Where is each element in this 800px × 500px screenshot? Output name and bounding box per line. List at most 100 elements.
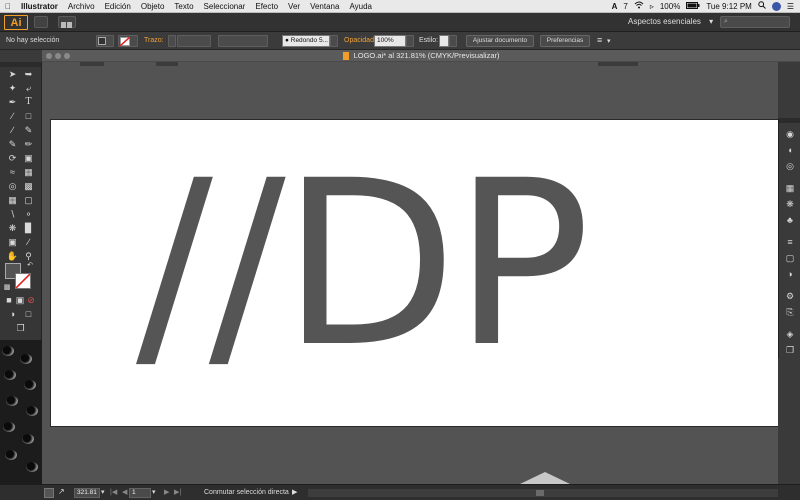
brush-select-caret[interactable] [330, 35, 338, 47]
menu-edicion[interactable]: Edición [100, 2, 136, 11]
next-artboard-icon[interactable]: ▶ [164, 488, 169, 496]
default-fill-stroke-icon[interactable]: ▩ [2, 281, 12, 293]
menu-archivo[interactable]: Archivo [63, 2, 100, 11]
arrange-panel-icon[interactable]: ≡ [597, 35, 602, 45]
column-graph-tool-icon[interactable]: ▉ [21, 222, 36, 234]
swatches-panel-icon[interactable]: ▦ [783, 182, 797, 194]
rectangle-tool-icon[interactable]: □ [21, 110, 36, 122]
wifi-icon[interactable] [634, 1, 644, 11]
symbol-sprayer-tool-icon[interactable]: ❋ [5, 222, 20, 234]
last-artboard-icon[interactable]: ▶| [174, 488, 181, 496]
variable-width-select[interactable] [218, 35, 268, 47]
blend-tool-icon[interactable]: ⚬ [21, 208, 36, 220]
battery-icon[interactable] [686, 1, 700, 11]
stroke-weight-input[interactable] [177, 35, 211, 47]
stroke-swatch[interactable] [118, 35, 138, 47]
zoom-caret-icon[interactable]: ▾ [101, 488, 105, 496]
artboard-caret-icon[interactable]: ▾ [152, 488, 156, 496]
swap-fill-stroke-icon[interactable]: ↶ [25, 259, 35, 271]
asset-export-panel-icon[interactable]: ⎘ [783, 306, 797, 318]
first-artboard-icon[interactable]: |◀ [110, 488, 117, 496]
brush-definition-select[interactable]: ● Redondo 5... [282, 35, 330, 47]
none-mode-icon[interactable]: ⊘ [26, 294, 36, 306]
mesh-tool-icon[interactable]: ▦ [5, 194, 20, 206]
adobe-cc-icon[interactable]: A [612, 2, 618, 11]
pencil-tool-icon[interactable]: ✎ [21, 124, 36, 136]
minimize-window-icon[interactable] [55, 53, 61, 59]
hand-tool-icon[interactable]: ✋ [5, 250, 20, 262]
dock-grip[interactable] [779, 118, 800, 123]
menu-seleccionar[interactable]: Seleccionar [199, 2, 251, 11]
arrange-documents-button[interactable] [58, 16, 76, 28]
menu-ayuda[interactable]: Ayuda [344, 2, 377, 11]
previous-artboard-icon[interactable]: ◀ [122, 488, 127, 496]
stroke-color-swatch[interactable] [15, 273, 31, 289]
appearance-panel-icon[interactable]: ◉ [783, 128, 797, 140]
stroke-panel-icon[interactable]: ≡ [783, 236, 797, 248]
color-guide-panel-icon[interactable]: ◖ [783, 144, 797, 156]
shape-builder-tool-icon[interactable]: ◎ [5, 180, 20, 192]
menu-texto[interactable]: Texto [169, 2, 198, 11]
paintbrush-tool-icon[interactable]: ∕ [5, 124, 20, 136]
eyedropper-tool-icon[interactable]: ∖ [5, 208, 20, 220]
artboard[interactable]: //DP [50, 119, 778, 427]
pen-tool-icon[interactable]: ✒ [5, 96, 20, 108]
close-window-icon[interactable] [46, 53, 52, 59]
menu-ver[interactable]: Ver [283, 2, 305, 11]
width-tool-icon[interactable]: ≈ [5, 166, 20, 178]
artboard-number-input[interactable]: 1 [129, 488, 151, 498]
graphic-style-caret[interactable] [449, 35, 457, 47]
screen-mode-icon[interactable]: ❐ [13, 322, 28, 334]
draw-inside-icon[interactable]: □ [21, 308, 36, 320]
menubar-clock[interactable]: Tue 9:12 PM [706, 2, 752, 11]
slice-tool-icon[interactable]: ∕ [21, 236, 36, 248]
preferences-button[interactable]: Preferencias [540, 35, 590, 47]
symbols-panel-icon[interactable]: ♣ [783, 214, 797, 226]
audio-icon[interactable]: ▹ [650, 2, 654, 11]
export-icon[interactable]: ↗ [58, 487, 65, 496]
menu-ventana[interactable]: Ventana [305, 2, 344, 11]
notification-center-icon[interactable]: ☰ [787, 2, 794, 11]
fill-swatch[interactable] [96, 35, 114, 47]
color-panel-icon[interactable]: ◎ [783, 160, 797, 172]
menu-objeto[interactable]: Objeto [136, 2, 170, 11]
adjust-document-button[interactable]: Ajustar documento [466, 35, 534, 47]
app-menu[interactable]: Illustrator [16, 2, 63, 11]
opacity-label[interactable]: Opacidad: [344, 37, 376, 44]
opacity-input[interactable]: 100% [374, 35, 406, 47]
stroke-weight-stepper[interactable] [168, 35, 176, 47]
chevron-down-icon[interactable]: ▾ [607, 37, 611, 45]
opacity-caret[interactable] [406, 35, 414, 47]
apple-menu-icon[interactable]:  [0, 2, 16, 11]
scale-tool-icon[interactable]: ▣ [21, 152, 36, 164]
lasso-tool-icon[interactable]: ⤶ [21, 82, 36, 94]
selection-tool-icon[interactable]: ➤ [5, 68, 20, 80]
logo-artwork-text[interactable]: //DP [136, 150, 591, 378]
canvas-thumb-icon[interactable] [44, 488, 54, 498]
horizontal-scrollbar[interactable] [308, 489, 778, 497]
draw-mode-icon[interactable]: ◑ [5, 308, 20, 320]
graphic-styles-panel-icon[interactable]: ⚙ [783, 290, 797, 302]
magic-wand-tool-icon[interactable]: ✦ [5, 82, 20, 94]
eraser-tool-icon[interactable]: ✏ [21, 138, 36, 150]
graphic-style-swatch[interactable] [439, 35, 449, 47]
zoom-level-input[interactable]: 321.81 [74, 488, 100, 498]
search-input[interactable]: ⌕ [720, 16, 790, 28]
rotate-tool-icon[interactable]: ⟳ [5, 152, 20, 164]
spotlight-icon[interactable] [758, 1, 766, 11]
workspace-switcher[interactable]: Aspectos esenciales ▾ [628, 17, 713, 26]
artboard-tool-icon[interactable]: ▣ [5, 236, 20, 248]
direct-selection-tool-icon[interactable]: ➥ [21, 68, 36, 80]
scrollbar-thumb[interactable] [536, 490, 544, 496]
bridge-button[interactable] [34, 16, 48, 28]
free-transform-tool-icon[interactable]: ▦ [21, 166, 36, 178]
blob-brush-tool-icon[interactable]: ✎ [5, 138, 20, 150]
transparency-panel-icon[interactable]: ◑ [783, 268, 797, 280]
tools-panel-grip[interactable] [0, 62, 41, 67]
perspective-grid-tool-icon[interactable]: ▩ [21, 180, 36, 192]
zoom-window-icon[interactable] [64, 53, 70, 59]
type-tool-icon[interactable]: T [21, 96, 36, 108]
gradient-mode-icon[interactable]: ▣ [15, 294, 25, 306]
layers-panel-icon[interactable]: ◈ [783, 328, 797, 340]
menu-efecto[interactable]: Efecto [250, 2, 283, 11]
